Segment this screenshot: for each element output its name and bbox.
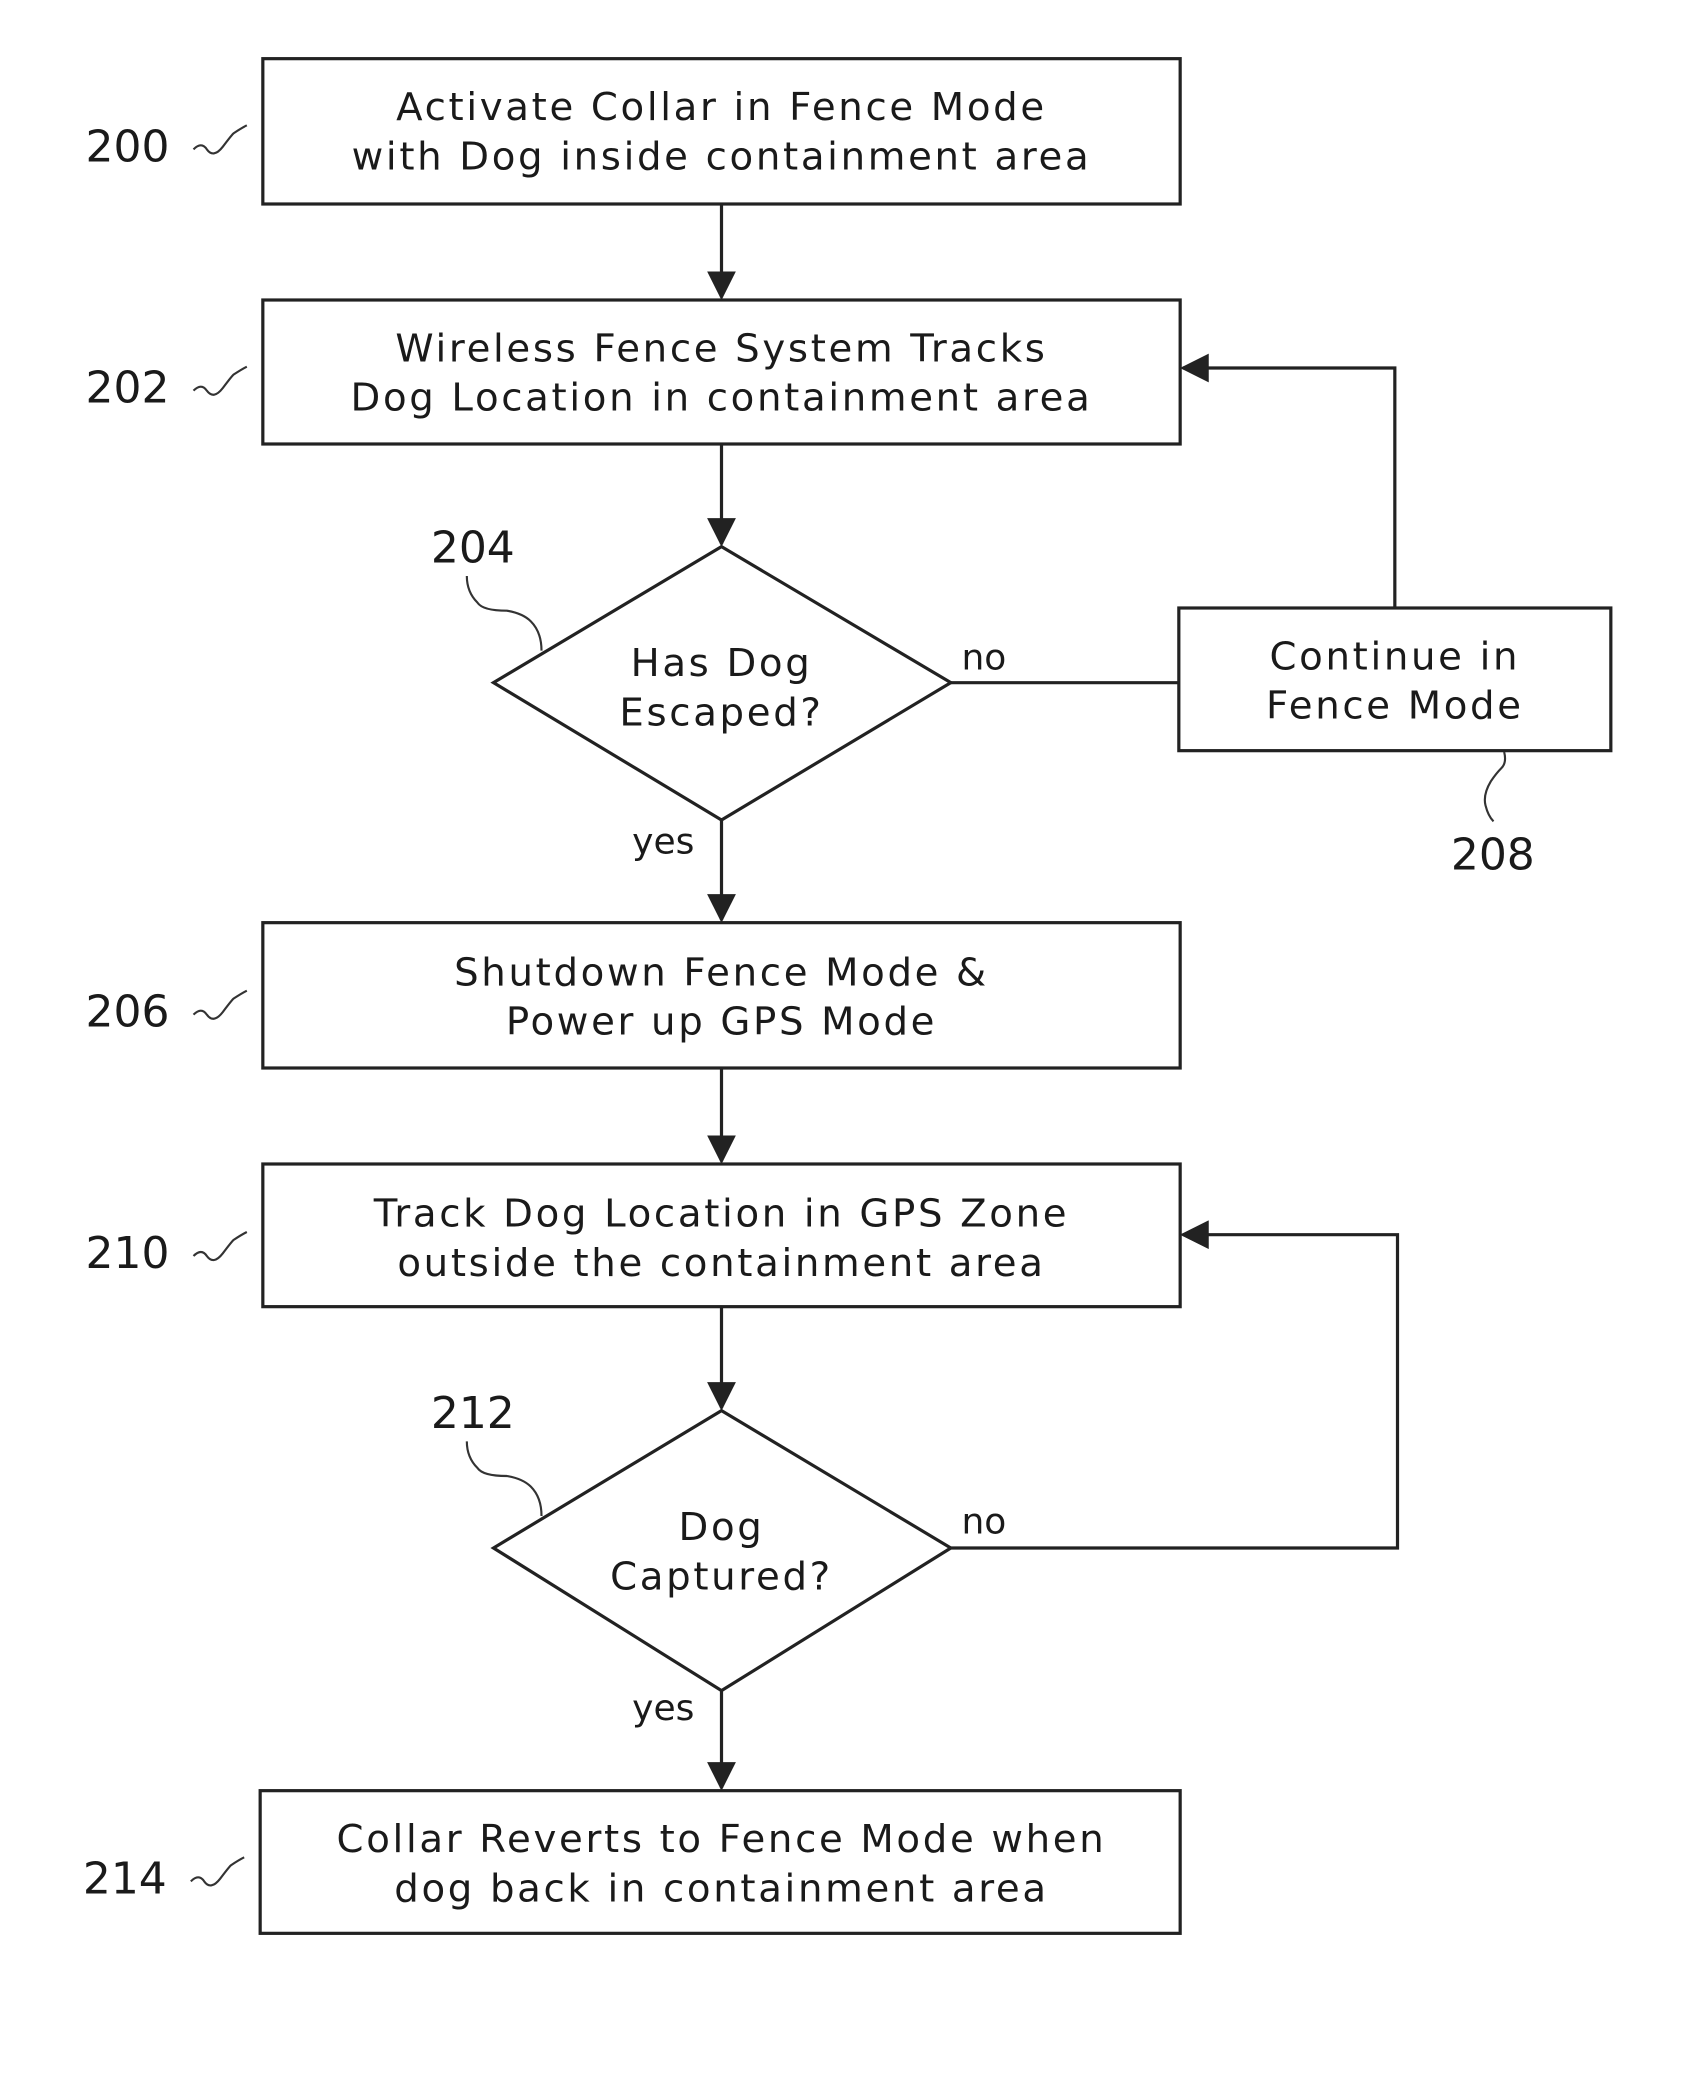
node-200-line-2: with Dog inside containment area	[352, 134, 1092, 179]
node-214: Collar Reverts to Fence Mode when dog ba…	[83, 1789, 1182, 1935]
node-208-line-2: Fence Mode	[1266, 684, 1524, 729]
node-202-line-1: Wireless Fence System Tracks	[395, 326, 1047, 371]
leader-squiggle-210	[192, 1231, 248, 1262]
node-202: Wireless Fence System Tracks Dog Locatio…	[86, 298, 1182, 446]
leader-squiggle-208	[1483, 751, 1507, 823]
node-206: Shutdown Fence Mode & Power up GPS Mode …	[86, 921, 1182, 1070]
ref-label-202: 202	[86, 363, 170, 414]
leader-squiggle-202	[192, 365, 248, 396]
edge-label-no-204: no	[962, 637, 1007, 678]
ref-label-204: 204	[431, 523, 515, 574]
process-box-202	[261, 298, 1182, 446]
node-210-line-1: Track Dog Location in GPS Zone	[373, 1192, 1070, 1237]
node-206-line-1: Shutdown Fence Mode &	[454, 950, 989, 995]
node-212: Dog Captured? 212	[431, 1388, 954, 1693]
leader-squiggle-206	[192, 989, 248, 1020]
node-204-line-1: Has Dog	[631, 641, 813, 686]
node-204: Has Dog Escaped? 204	[431, 523, 954, 822]
node-212-line-2: Captured?	[610, 1554, 833, 1599]
node-200-line-1: Activate Collar in Fence Mode	[396, 85, 1047, 130]
flowchart: Activate Collar in Fence Mode with Dog i…	[83, 57, 1613, 1935]
leader-squiggle-212	[465, 1441, 543, 1517]
decision-diamond-212	[490, 1408, 954, 1693]
edge-label-yes-204: yes	[632, 821, 694, 862]
node-200: Activate Collar in Fence Mode with Dog i…	[86, 57, 1182, 206]
node-212-line-1: Dog	[679, 1505, 765, 1550]
edge-label-no-212: no	[962, 1501, 1007, 1542]
leader-squiggle-200	[192, 124, 248, 155]
node-208: Continue in Fence Mode 208	[1177, 606, 1613, 880]
leader-squiggle-214	[190, 1856, 245, 1887]
process-box-200	[261, 57, 1182, 206]
node-210-line-2: outside the containment area	[397, 1241, 1045, 1286]
node-208-line-1: Continue in	[1269, 634, 1520, 679]
ref-label-200: 200	[86, 121, 170, 172]
ref-label-212: 212	[431, 1388, 515, 1439]
process-box-214	[258, 1789, 1182, 1935]
node-214-line-2: dog back in containment area	[394, 1866, 1048, 1911]
node-206-line-2: Power up GPS Mode	[506, 1000, 937, 1045]
ref-label-210: 210	[86, 1228, 170, 1279]
ref-label-214: 214	[83, 1853, 167, 1904]
node-202-line-2: Dog Location in containment area	[351, 376, 1093, 421]
edge-208-to-202	[1179, 353, 1397, 608]
edge-label-yes-212: yes	[632, 1688, 694, 1729]
ref-label-206: 206	[86, 987, 170, 1038]
leader-squiggle-204	[465, 575, 543, 651]
node-204-line-2: Escaped?	[619, 690, 823, 735]
ref-label-208: 208	[1451, 829, 1535, 880]
node-210: Track Dog Location in GPS Zone outside t…	[86, 1162, 1182, 1309]
node-214-line-1: Collar Reverts to Fence Mode when	[337, 1817, 1107, 1862]
